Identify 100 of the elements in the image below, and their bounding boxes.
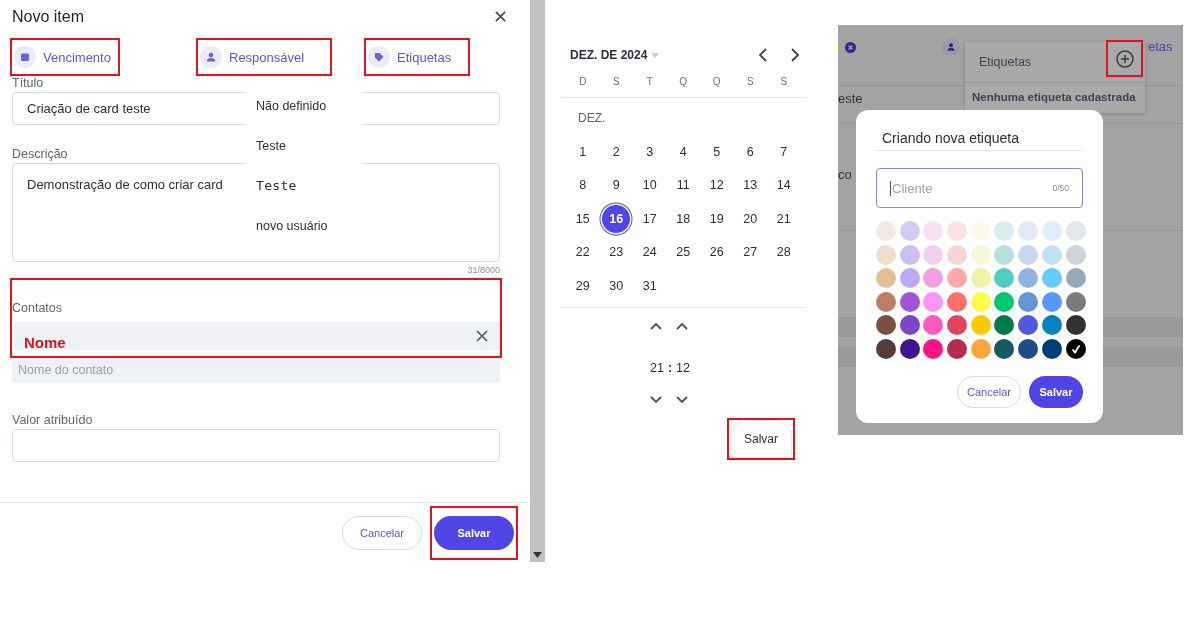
save-button[interactable]: Salvar <box>1029 375 1083 408</box>
color-swatch[interactable] <box>970 291 991 312</box>
day-cell[interactable]: 17 <box>633 204 667 233</box>
scrollbar[interactable] <box>530 0 545 562</box>
color-swatch[interactable] <box>1018 291 1039 312</box>
day-cell[interactable]: 16 <box>602 204 631 233</box>
color-swatch[interactable] <box>1018 244 1039 265</box>
previous-month-icon[interactable] <box>758 48 768 62</box>
remove-icon[interactable] <box>476 330 488 342</box>
close-button[interactable]: ✕ <box>493 6 508 28</box>
color-swatch[interactable] <box>923 244 944 265</box>
day-cell[interactable]: 19 <box>700 204 734 233</box>
day-cell[interactable]: 10 <box>633 171 667 200</box>
day-cell[interactable]: 6 <box>733 137 767 166</box>
color-swatch[interactable] <box>947 221 968 241</box>
color-swatch[interactable] <box>994 338 1015 359</box>
color-swatch[interactable] <box>970 268 991 288</box>
day-cell[interactable]: 25 <box>666 238 700 267</box>
day-cell[interactable]: 26 <box>700 238 734 267</box>
day-cell[interactable]: 1 <box>566 137 600 166</box>
color-swatch[interactable] <box>994 244 1015 265</box>
day-cell[interactable]: 14 <box>767 171 801 200</box>
color-swatch[interactable] <box>1041 221 1062 241</box>
day-cell[interactable]: 31 <box>633 271 667 300</box>
color-swatch[interactable] <box>1065 221 1086 241</box>
color-swatch[interactable] <box>947 338 968 359</box>
color-swatch[interactable] <box>1065 338 1086 359</box>
tab[interactable]: Etiquetas <box>368 46 452 68</box>
tab[interactable]: Responsável <box>200 46 305 68</box>
color-swatch[interactable] <box>899 221 920 241</box>
color-swatch[interactable] <box>994 221 1015 241</box>
color-swatch[interactable] <box>1041 268 1062 288</box>
color-swatch[interactable] <box>947 244 968 265</box>
add-icon[interactable] <box>1115 49 1134 68</box>
color-swatch[interactable] <box>899 268 920 288</box>
color-swatch[interactable] <box>876 291 896 312</box>
color-swatch[interactable] <box>970 244 991 265</box>
menu-item[interactable]: Teste <box>246 128 362 168</box>
color-swatch[interactable] <box>1065 291 1086 312</box>
day-cell[interactable]: 29 <box>566 271 600 300</box>
color-swatch[interactable] <box>1018 338 1039 359</box>
color-swatch[interactable] <box>994 291 1015 312</box>
day-cell[interactable]: 5 <box>700 137 734 166</box>
color-swatch[interactable] <box>899 338 920 359</box>
color-swatch[interactable] <box>876 244 896 265</box>
color-swatch[interactable] <box>923 268 944 288</box>
day-cell[interactable]: 24 <box>633 238 667 267</box>
color-swatch[interactable] <box>876 268 896 288</box>
next-month-icon[interactable] <box>790 48 800 62</box>
day-cell[interactable]: 20 <box>733 204 767 233</box>
color-swatch[interactable] <box>876 221 896 241</box>
color-swatch[interactable] <box>923 221 944 241</box>
cancel-button[interactable]: Cancelar <box>957 375 1021 408</box>
color-swatch[interactable] <box>899 291 920 312</box>
day-cell[interactable]: 13 <box>733 171 767 200</box>
day-cell[interactable]: 23 <box>599 238 633 267</box>
month-selector[interactable]: DEZ. DE 2024 <box>570 48 659 62</box>
color-swatch[interactable] <box>899 244 920 265</box>
scroll-down-icon[interactable] <box>533 552 542 558</box>
color-swatch[interactable] <box>1018 315 1039 335</box>
minute-field[interactable]: 12 <box>676 360 690 375</box>
color-swatch[interactable] <box>899 315 920 335</box>
day-cell[interactable]: 15 <box>566 204 600 233</box>
value-field[interactable] <box>12 429 500 462</box>
tab[interactable]: Vencimento <box>14 46 111 68</box>
save-button[interactable]: Salvar <box>434 516 514 550</box>
color-swatch[interactable] <box>947 291 968 312</box>
color-swatch[interactable] <box>876 338 896 359</box>
color-swatch[interactable] <box>923 291 944 312</box>
day-cell[interactable]: 2 <box>599 137 633 166</box>
day-cell[interactable]: 22 <box>566 238 600 267</box>
color-swatch[interactable] <box>947 315 968 335</box>
color-swatch[interactable] <box>1041 338 1062 359</box>
color-swatch[interactable] <box>1041 291 1062 312</box>
color-swatch[interactable] <box>947 268 968 288</box>
cancel-button[interactable]: Cancelar <box>342 516 422 550</box>
color-swatch[interactable] <box>1065 268 1086 288</box>
day-cell[interactable]: 18 <box>666 204 700 233</box>
day-cell[interactable]: 12 <box>700 171 734 200</box>
day-cell[interactable]: 30 <box>599 271 633 300</box>
day-cell[interactable]: 4 <box>666 137 700 166</box>
save-button[interactable]: Salvar <box>730 419 792 458</box>
hour-field[interactable]: 21 <box>650 360 664 375</box>
color-swatch[interactable] <box>876 315 896 335</box>
menu-item[interactable]: Não definido <box>246 88 362 128</box>
color-swatch[interactable] <box>1018 268 1039 288</box>
color-swatch[interactable] <box>1041 315 1062 335</box>
menu-item[interactable]: Teste <box>246 168 362 208</box>
color-swatch[interactable] <box>970 315 991 335</box>
day-cell[interactable]: 27 <box>733 238 767 267</box>
color-swatch[interactable] <box>923 338 944 359</box>
color-swatch[interactable] <box>1018 221 1039 241</box>
color-swatch[interactable] <box>970 338 991 359</box>
day-cell[interactable]: 21 <box>767 204 801 233</box>
color-swatch[interactable] <box>994 315 1015 335</box>
day-cell[interactable]: 9 <box>599 171 633 200</box>
menu-item[interactable]: novo usuário <box>246 208 362 248</box>
day-cell[interactable]: 28 <box>767 238 801 267</box>
color-swatch[interactable] <box>1065 315 1086 335</box>
day-cell[interactable]: 11 <box>666 171 700 200</box>
